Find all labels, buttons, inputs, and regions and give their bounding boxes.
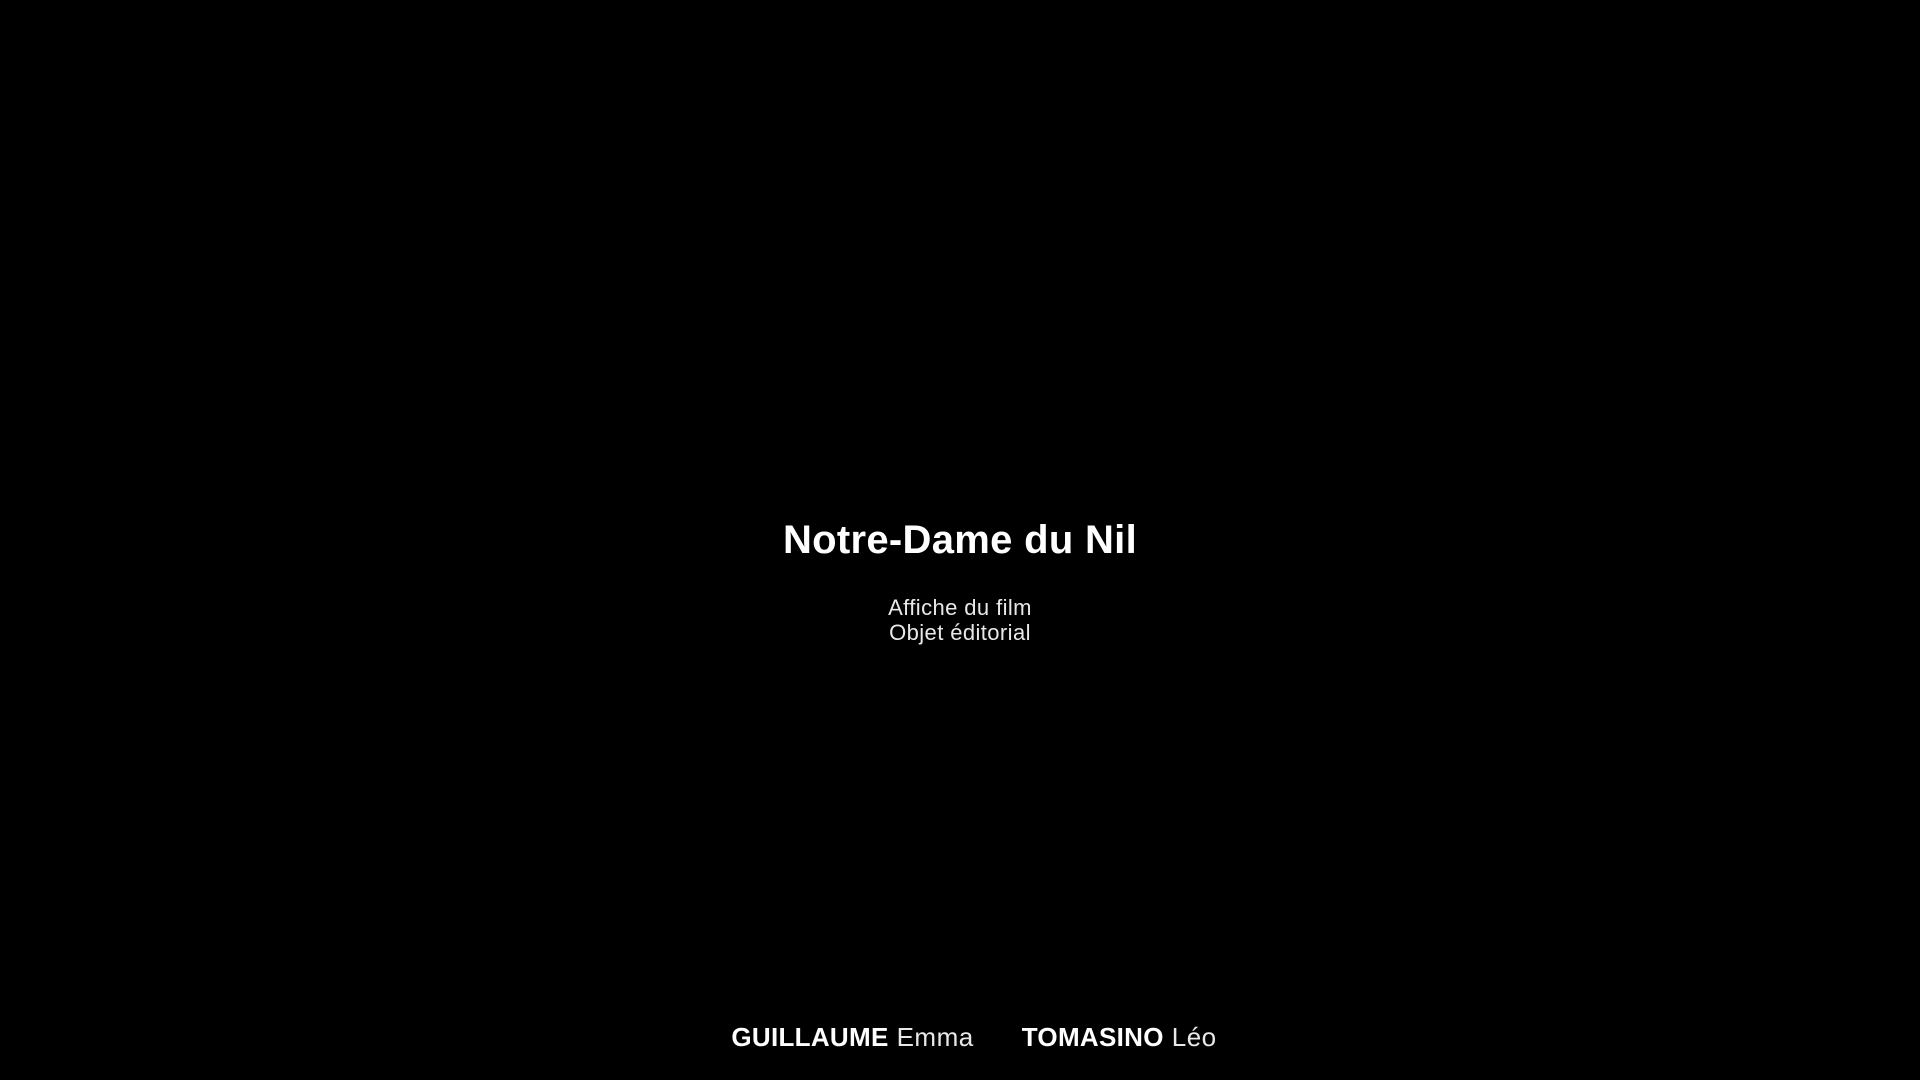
author-first-name: Emma bbox=[896, 1022, 974, 1052]
subtitle-block: Affiche du film Objet éditorial bbox=[0, 595, 1920, 645]
subtitle-line-poster: Affiche du film bbox=[888, 595, 1032, 620]
author-tomasino: TOMASINO Léo bbox=[1022, 1020, 1217, 1054]
slide-title: Notre-Dame du Nil bbox=[782, 518, 1138, 562]
author-last-name: GUILLAUME bbox=[731, 1022, 889, 1052]
author-first-name: Léo bbox=[1171, 1022, 1217, 1052]
title-slide: Notre-Dame du Nil Affiche du film Objet … bbox=[0, 0, 1920, 1080]
author-guillaume: GUILLAUME Emma bbox=[731, 1020, 973, 1054]
author-last-name: TOMASINO bbox=[1021, 1022, 1164, 1052]
author-credits: GUILLAUME Emma TOMASINO Léo bbox=[0, 1020, 1920, 1054]
subtitle-line-editorial: Objet éditorial bbox=[889, 620, 1031, 645]
